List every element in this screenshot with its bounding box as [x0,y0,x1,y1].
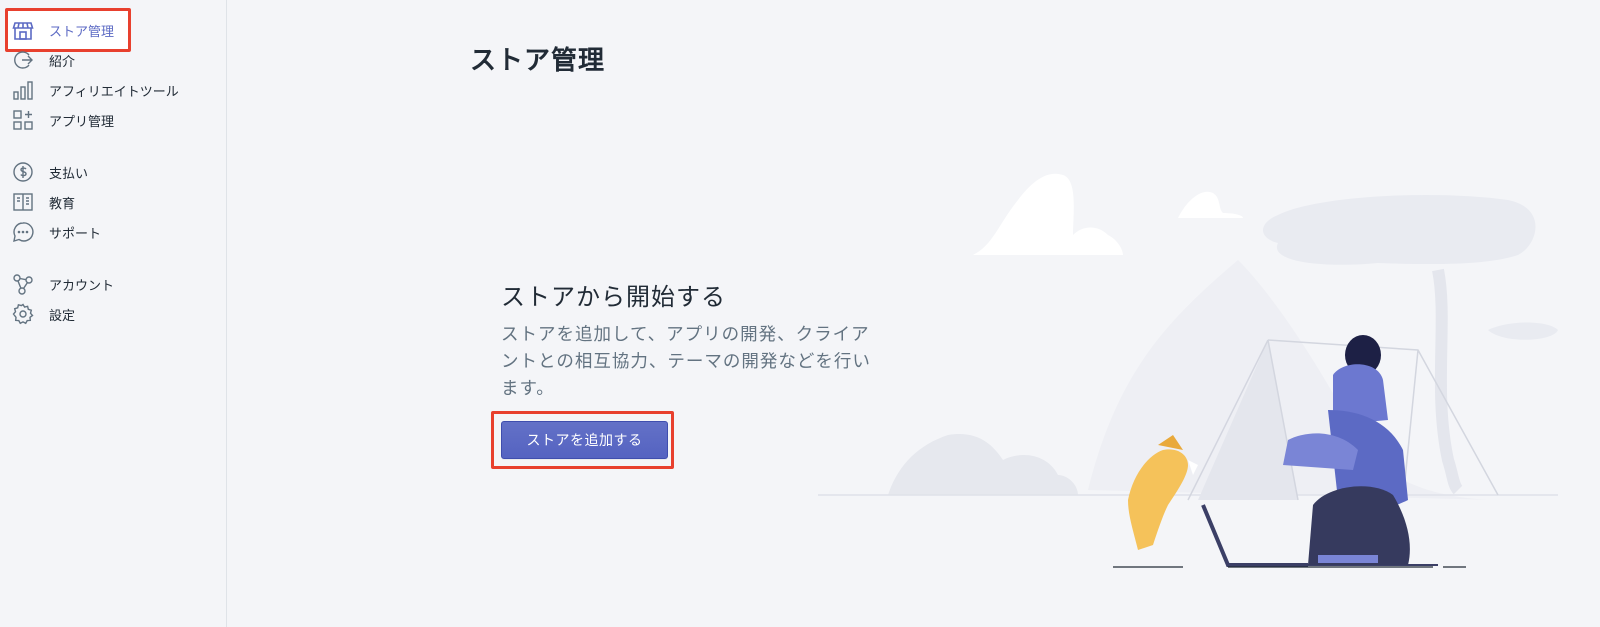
sidebar-item-label: 設定 [49,308,76,324]
sidebar-item-settings[interactable]: 設定 [12,299,212,329]
account-icon [12,273,34,295]
chat-bubble-icon [12,221,34,243]
dollar-circle-icon [12,161,34,183]
sidebar-item-label: ストア管理 [49,24,115,40]
sidebar-item-label: 紹介 [49,54,76,70]
sidebar-item-affiliate-tools[interactable]: アフィリエイトツール [12,75,212,105]
apps-icon [12,109,34,131]
bar-chart-icon [12,79,34,101]
sidebar-item-education[interactable]: 教育 [12,187,212,217]
gear-icon [12,303,34,325]
sidebar-item-label: アプリ管理 [49,114,115,130]
sidebar: ストア管理 紹介 アフィリエイトツール アプリ管理 支払い 教育 サポート アカ… [0,0,227,627]
sidebar-item-payments[interactable]: 支払い [12,157,212,187]
store-icon [12,19,34,41]
sidebar-item-support[interactable]: サポート [12,217,212,247]
sidebar-item-label: アフィリエイトツール [49,84,179,100]
page-title: ストア管理 [470,46,606,76]
sidebar-item-label: アカウント [49,278,115,294]
main-content: ストア管理 ストアから開始する ストアを追加して、アプリの開発、クライアントとの… [228,0,1600,627]
app-window: ストア管理 紹介 アフィリエイトツール アプリ管理 支払い 教育 サポート アカ… [0,0,1600,627]
referral-icon [12,49,34,71]
empty-state-heading: ストアから開始する [501,283,726,311]
sidebar-item-label: 支払い [49,166,89,182]
sidebar-item-store-management[interactable]: ストア管理 [12,15,212,45]
sidebar-item-referral[interactable]: 紹介 [12,45,212,75]
book-icon [12,191,34,213]
empty-state-description: ストアを追加して、アプリの開発、クライアントとの相互協力、テーマの開発などを行い… [501,325,871,399]
sidebar-item-label: サポート [49,226,102,242]
add-store-button[interactable]: ストアを追加する [501,421,668,459]
sidebar-item-label: 教育 [49,196,76,212]
sidebar-item-app-management[interactable]: アプリ管理 [12,105,212,135]
sidebar-item-account[interactable]: アカウント [12,269,212,299]
